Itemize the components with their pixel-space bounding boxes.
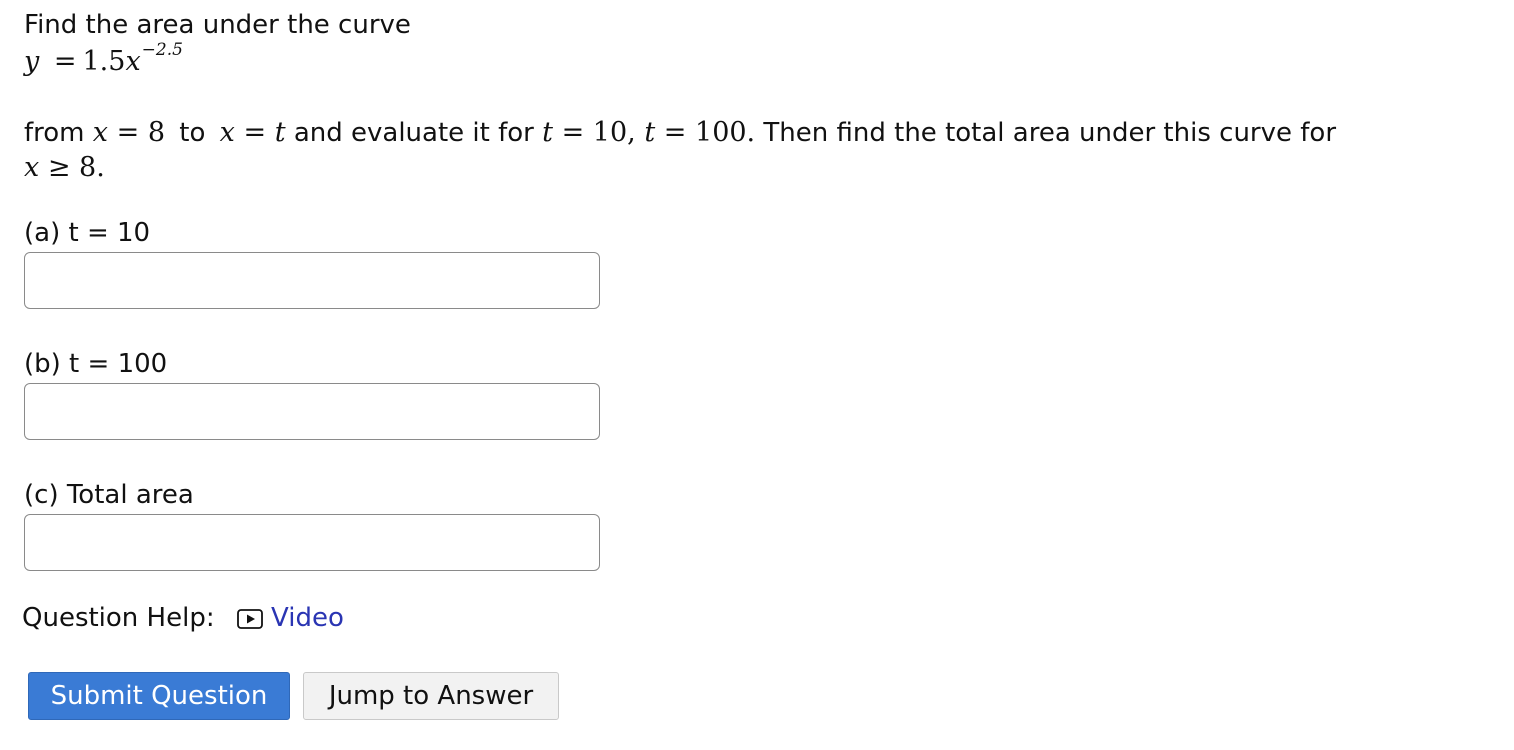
body-x2: x — [219, 117, 235, 148]
body-eq1: = — [116, 117, 140, 148]
submit-question-button[interactable]: Submit Question — [28, 672, 290, 720]
body-t3: t — [644, 117, 656, 148]
eq-exponent: −2.5 — [141, 40, 183, 60]
body-a: 8 — [147, 117, 166, 148]
part-b-label: (b) t = 100 — [24, 349, 168, 379]
eq-var: x — [125, 46, 141, 77]
body-v1: 10, — [592, 117, 636, 148]
question-help-label: Question Help: — [22, 603, 215, 633]
play-icon — [237, 609, 263, 629]
jump-to-answer-button[interactable]: Jump to Answer — [303, 672, 559, 720]
question-condition: x ≥ 8. — [24, 152, 105, 183]
body-tail: Then find the total area under this curv… — [763, 118, 1337, 148]
video-label: Video — [271, 603, 344, 633]
cond-ge: ≥ — [47, 152, 71, 183]
body-eq2: = — [243, 117, 267, 148]
body-eq4: = — [663, 117, 687, 148]
part-b-input[interactable] — [24, 383, 600, 440]
eq-sign: = — [53, 46, 77, 77]
submit-question-label: Submit Question — [50, 681, 268, 711]
body-v2: 100. — [695, 117, 756, 148]
body-x1: x — [92, 117, 109, 148]
cond-x: x — [24, 152, 40, 183]
part-a-label: (a) t = 10 — [24, 218, 151, 248]
eq-lhs: y — [24, 46, 40, 77]
jump-to-answer-label: Jump to Answer — [328, 681, 534, 711]
part-c-input[interactable] — [24, 514, 600, 571]
body-to: to — [179, 118, 206, 148]
body-mid: and evaluate it for — [293, 118, 534, 148]
video-help-link[interactable]: Video — [237, 603, 344, 633]
curve-equation: y = 1.5x−2.5 — [24, 40, 183, 77]
body-t2: t — [542, 117, 553, 148]
part-a-input[interactable] — [24, 252, 600, 309]
eq-coef: 1.5 — [82, 46, 126, 77]
body-t1: t — [274, 117, 286, 148]
body-eq3: = — [561, 117, 585, 148]
part-c-label: (c) Total area — [24, 480, 194, 510]
question-intro: Find the area under the curve — [24, 10, 411, 40]
question-body: from x = 8 to x = t and evaluate it for … — [24, 117, 1336, 148]
body-from: from — [24, 118, 85, 148]
cond-value: 8. — [79, 152, 105, 183]
